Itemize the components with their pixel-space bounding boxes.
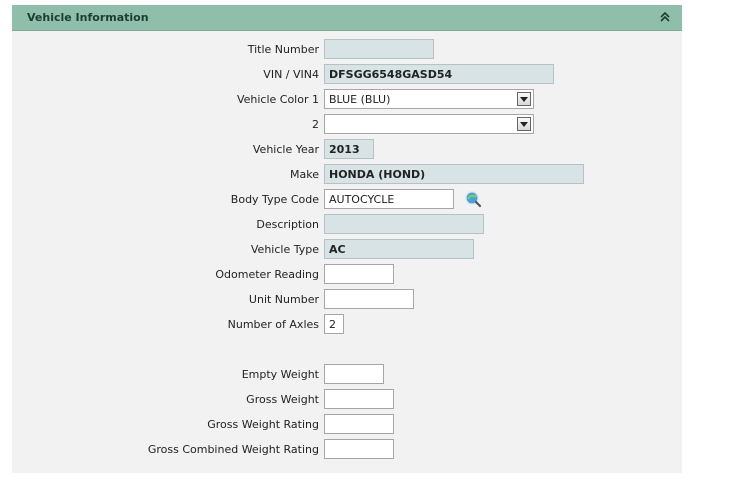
description-label: Description: [256, 218, 319, 231]
vin-label: VIN / VIN4: [263, 68, 319, 81]
vehicle-color-2-select[interactable]: [324, 114, 534, 134]
body-type-code-label: Body Type Code: [230, 193, 319, 206]
vehicle-color-1-select[interactable]: BLUE (BLU): [324, 89, 534, 109]
vin-row: VIN / VIN4 DFSGG6548GASD54: [12, 64, 682, 86]
gross-weight-label: Gross Weight: [246, 393, 319, 406]
double-chevron-up-icon[interactable]: [658, 10, 672, 24]
body-type-code-input[interactable]: AUTOCYCLE: [324, 189, 454, 209]
vehicle-color-1-row: Vehicle Color 1 BLUE (BLU): [12, 89, 682, 111]
odometer-reading-row: Odometer Reading: [12, 264, 682, 286]
gross-combined-weight-rating-input[interactable]: [324, 439, 394, 459]
vehicle-color-1-label: Vehicle Color 1: [236, 93, 319, 106]
empty-weight-label: Empty Weight: [241, 368, 319, 381]
chevron-down-icon[interactable]: [517, 117, 531, 131]
unit-number-label: Unit Number: [248, 293, 319, 306]
gross-combined-weight-rating-row: Gross Combined Weight Rating: [12, 439, 682, 461]
gross-weight-row: Gross Weight: [12, 389, 682, 411]
empty-weight-row: Empty Weight: [12, 364, 682, 386]
vehicle-year-row: Vehicle Year 2013: [12, 139, 682, 161]
gross-weight-rating-input[interactable]: [324, 414, 394, 434]
vehicle-color-1-value: BLUE (BLU): [329, 93, 391, 106]
title-number-row: Title Number: [12, 39, 682, 61]
gross-weight-rating-row: Gross Weight Rating: [12, 414, 682, 436]
panel-header: Vehicle Information: [12, 5, 682, 31]
title-number-field: [324, 39, 434, 59]
vehicle-type-label: Vehicle Type: [250, 243, 319, 256]
title-number-label: Title Number: [247, 43, 319, 56]
unit-number-row: Unit Number: [12, 289, 682, 311]
gross-combined-weight-rating-label: Gross Combined Weight Rating: [147, 443, 319, 456]
lookup-search-icon[interactable]: [464, 190, 482, 208]
number-of-axles-row: Number of Axles 2: [12, 314, 682, 336]
vehicle-year-field: 2013: [324, 139, 374, 159]
number-of-axles-input[interactable]: 2: [324, 314, 344, 334]
odometer-reading-input[interactable]: [324, 264, 394, 284]
make-label: Make: [290, 168, 319, 181]
vin-field: DFSGG6548GASD54: [324, 64, 554, 84]
number-of-axles-label: Number of Axles: [227, 318, 319, 331]
gross-weight-input[interactable]: [324, 389, 394, 409]
vehicle-color-2-row: 2: [12, 114, 682, 136]
vehicle-year-label: Vehicle Year: [252, 143, 319, 156]
vehicle-information-panel: Vehicle Information Title Number VIN / V…: [12, 5, 682, 473]
vehicle-color-2-label: 2: [312, 118, 319, 131]
chevron-down-icon[interactable]: [517, 92, 531, 106]
description-row: Description: [12, 214, 682, 236]
body-type-code-row: Body Type Code AUTOCYCLE: [12, 189, 682, 211]
make-field: HONDA (HOND): [324, 164, 584, 184]
description-field: [324, 214, 484, 234]
odometer-reading-label: Odometer Reading: [215, 268, 319, 281]
vehicle-type-field: AC: [324, 239, 474, 259]
gross-weight-rating-label: Gross Weight Rating: [207, 418, 319, 431]
make-row: Make HONDA (HOND): [12, 164, 682, 186]
unit-number-input[interactable]: [324, 289, 414, 309]
vehicle-type-row: Vehicle Type AC: [12, 239, 682, 261]
empty-weight-input[interactable]: [324, 364, 384, 384]
panel-title: Vehicle Information: [27, 11, 149, 24]
